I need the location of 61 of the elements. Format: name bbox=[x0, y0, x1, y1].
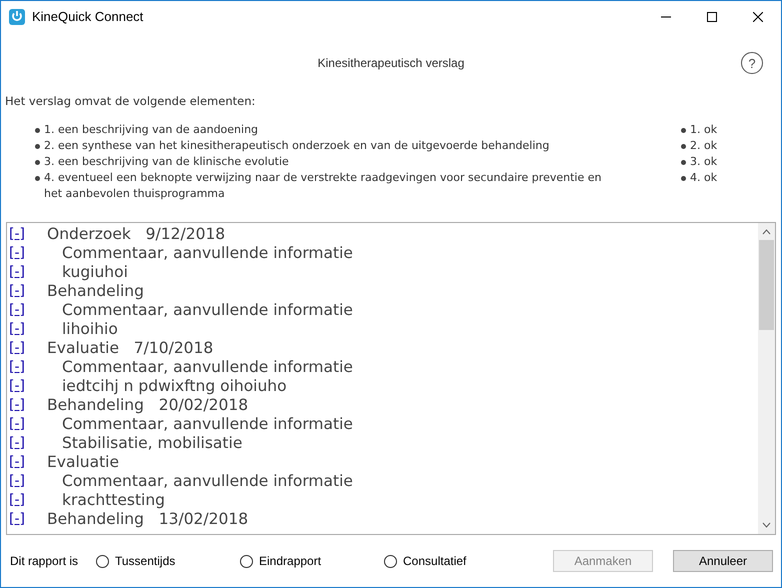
collapse-link[interactable]: [-] bbox=[7, 434, 47, 450]
tree-item[interactable]: Commentaar, aanvullende informatie bbox=[62, 300, 353, 318]
collapse-link[interactable]: [-] bbox=[7, 340, 47, 356]
bullet-icon bbox=[35, 144, 40, 149]
requirement-text: 2. een synthese van het kinesitherapeutisch onderzoek en van de uitgevoerde behandeling bbox=[44, 138, 550, 154]
report-type-radio[interactable]: Eindrapport bbox=[240, 554, 384, 568]
requirement-status: 2. ok bbox=[690, 138, 718, 154]
report-type-label: Dit rapport is bbox=[10, 554, 80, 568]
tree-item[interactable]: Commentaar, aanvullende informatie bbox=[62, 472, 353, 490]
collapse-link[interactable]: [-] bbox=[7, 454, 47, 470]
collapse-link[interactable]: [-] bbox=[7, 226, 47, 242]
bullet-icon bbox=[681, 144, 686, 149]
tree-item[interactable]: Evaluatie 7/10/2018 bbox=[47, 338, 214, 356]
app-logo-icon bbox=[9, 8, 25, 24]
report-type-radio[interactable]: Consultatief bbox=[384, 554, 528, 568]
collapse-link[interactable]: [-] bbox=[7, 244, 47, 260]
help-button[interactable]: ? bbox=[741, 52, 763, 74]
bullet-icon bbox=[35, 128, 40, 133]
bullet-icon bbox=[35, 160, 40, 165]
collapse-link[interactable]: [-] bbox=[7, 416, 47, 432]
collapse-link[interactable]: [-] bbox=[7, 358, 47, 374]
bullet-icon bbox=[681, 176, 686, 181]
maximize-icon bbox=[707, 12, 717, 22]
requirement-text: 3. een beschrijving van de klinische evolutie bbox=[44, 154, 289, 170]
bullet-icon bbox=[35, 176, 40, 181]
tree-item[interactable]: Commentaar, aanvullende informatie bbox=[62, 358, 353, 376]
tree-item[interactable]: Evaluatie bbox=[47, 452, 120, 470]
tree-item[interactable]: Commentaar, aanvullende informatie bbox=[62, 244, 353, 262]
tree-item[interactable]: Stabilisatie, mobilisatie bbox=[62, 434, 242, 452]
tree-item[interactable]: iedtcihj n pdwixftng oihoiuho bbox=[62, 376, 287, 394]
tree-item[interactable]: Behandeling 20/02/2018 bbox=[47, 396, 248, 414]
close-icon bbox=[753, 12, 763, 22]
requirement-status: 1. ok bbox=[690, 122, 718, 138]
collapse-link[interactable]: [-] bbox=[7, 264, 47, 280]
collapse-link[interactable]: [-] bbox=[7, 492, 47, 508]
dialog-title: Kinesitherapeutisch verslag bbox=[318, 56, 464, 70]
scrollbar[interactable] bbox=[758, 223, 775, 534]
collapse-link[interactable]: [-] bbox=[7, 396, 47, 412]
window-title: KineQuick Connect bbox=[32, 9, 144, 24]
collapse-link[interactable]: [-] bbox=[7, 510, 47, 526]
dialog-button[interactable]: Annuleer bbox=[673, 550, 773, 572]
collapse-link[interactable]: [-] bbox=[7, 472, 47, 488]
tree-item[interactable]: kugiuhoi bbox=[62, 262, 128, 280]
collapse-link[interactable]: [-] bbox=[7, 320, 47, 336]
tree-item[interactable]: Behandeling 13/02/2018 bbox=[47, 510, 248, 528]
collapse-link[interactable]: [-] bbox=[7, 282, 47, 298]
tree-item[interactable]: krachttesting bbox=[62, 490, 166, 508]
bullet-icon bbox=[681, 160, 686, 165]
bullet-icon bbox=[681, 128, 686, 133]
tree-item[interactable]: lihoihio bbox=[62, 320, 118, 338]
requirement-text: 4. eventueel een beknopte verwijzing naar de verstrekte raadgevingen voor secundaire preventie en het aanbevolen thuisprogramma bbox=[44, 170, 602, 202]
intro-text: Het verslag omvat de volgende elementen: bbox=[4, 94, 256, 110]
collapse-link[interactable]: [-] bbox=[7, 378, 47, 394]
tree-item[interactable]: Onderzoek 9/12/2018 bbox=[47, 224, 226, 242]
report-type-radio[interactable]: Tussentijds bbox=[96, 554, 240, 568]
tree-item[interactable]: Commentaar, aanvullende informatie bbox=[62, 414, 353, 432]
requirement-status: 3. ok bbox=[690, 154, 718, 170]
tree-item[interactable]: Behandeling bbox=[47, 282, 144, 300]
requirement-text: 1. een beschrijving van de aandoening bbox=[44, 122, 258, 138]
requirement-status: 4. ok bbox=[690, 170, 718, 186]
collapse-link[interactable]: [-] bbox=[7, 302, 47, 318]
